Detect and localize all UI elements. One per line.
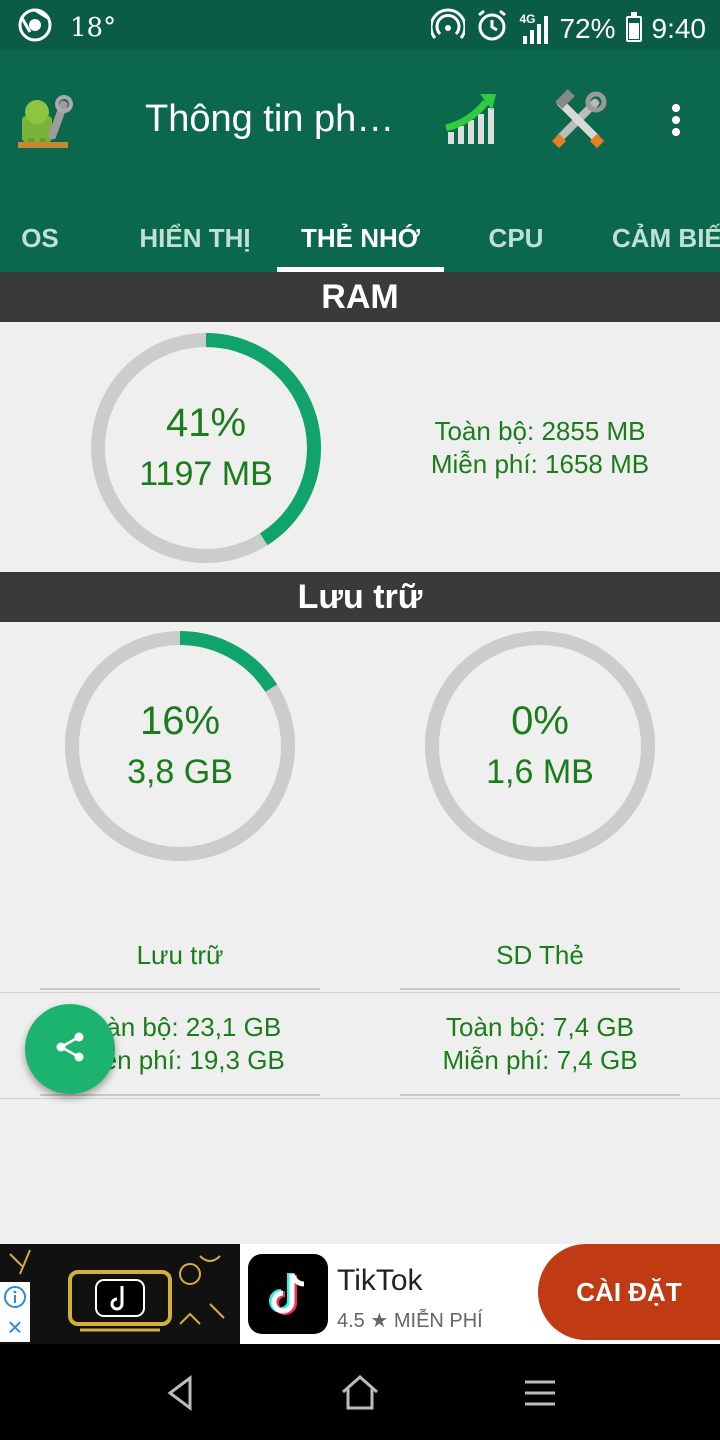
ad-banner[interactable]: × TikTok 4.5 ★ MIỄN PHÍ CÀI ĐẶT — [0, 1244, 720, 1344]
sd-card-total: Toàn bộ: 7,4 GB — [446, 1012, 634, 1042]
ad-close-icon[interactable]: × — [0, 1312, 30, 1342]
ram-total: Toàn bộ: 2855 MB — [434, 416, 646, 446]
storage-section-header: Lưu trữ — [0, 572, 720, 622]
battery-percent: 72% — [559, 12, 616, 44]
android-tools-icon — [16, 94, 76, 150]
ram-section-header: RAM — [0, 272, 720, 322]
page-title: Thông tin ph… — [145, 98, 395, 140]
alarm-icon — [475, 8, 509, 49]
ad-rating: 4.5 ★ MIỄN PHÍ — [337, 1310, 483, 1332]
divider — [400, 1094, 680, 1096]
divider — [400, 988, 680, 990]
storage-section: 16% 3,8 GB 0% 1,6 MB Lưu trữ SD Thẻ Toàn… — [0, 622, 720, 1242]
ram-free: Miễn phí: 1658 MB — [430, 449, 650, 479]
home-icon[interactable] — [335, 1368, 385, 1418]
hotspot-icon — [430, 8, 467, 49]
install-button[interactable]: CÀI ĐẶT — [538, 1244, 720, 1340]
sd-card-label: SD Thẻ — [496, 940, 584, 970]
ad-info-icon[interactable] — [0, 1282, 30, 1312]
share-button[interactable] — [25, 1004, 115, 1094]
signal-icon: 4G — [519, 12, 549, 46]
benchmark-chart-icon[interactable] — [440, 88, 504, 152]
tab-cpu[interactable]: CPU — [456, 204, 576, 272]
tab-bar: OS HIỂN THỊ THẺ NHỚ CPU CẢM BIẾN — [0, 204, 720, 272]
sd-card-ring: 0% 1,6 MB — [422, 628, 658, 864]
ram-percent: 41% — [165, 401, 247, 445]
divider — [0, 1098, 720, 1099]
tools-icon[interactable] — [546, 88, 610, 152]
app-bar: Thông tin ph… OS HIỂN THỊ THẺ NHỚ CPU CẢ… — [0, 50, 720, 272]
back-icon[interactable] — [156, 1368, 206, 1418]
tiktok-app-icon[interactable] — [248, 1254, 328, 1334]
ram-info: Toàn bộ: 2855 MB Miễn phí: 1658 MB — [420, 415, 660, 481]
ram-usage-ring: 41% 1197 MB — [88, 330, 324, 566]
status-bar: 18° 4G 72% 9:40 — [0, 0, 720, 50]
tab-memory[interactable]: THẺ NHỚ — [277, 204, 444, 272]
internal-storage-label: Lưu trữ — [136, 940, 224, 970]
divider — [40, 988, 320, 990]
more-options-icon[interactable] — [660, 100, 692, 140]
internal-storage-used: 3,8 GB — [127, 753, 233, 791]
tab-os[interactable]: OS — [0, 204, 80, 272]
chrome-icon — [18, 8, 52, 47]
share-icon — [52, 1029, 88, 1070]
ram-section: 41% 1197 MB Toàn bộ: 2855 MB Miễn phí: 1… — [0, 322, 720, 572]
divider — [0, 992, 720, 993]
ram-used: 1197 MB — [139, 455, 273, 493]
internal-storage-ring: 16% 3,8 GB — [62, 628, 298, 864]
sd-card-percent: 0% — [511, 699, 569, 743]
navigation-bar — [0, 1344, 720, 1440]
ad-image[interactable] — [0, 1244, 240, 1344]
clock: 9:40 — [651, 12, 707, 44]
ad-app-name[interactable]: TikTok — [337, 1264, 423, 1298]
internal-storage-percent: 16% — [139, 699, 221, 743]
sd-card-free: Miễn phí: 7,4 GB — [442, 1045, 638, 1075]
divider — [40, 1094, 320, 1096]
sd-card-info: Toàn bộ: 7,4 GB Miễn phí: 7,4 GB — [400, 1011, 680, 1077]
tab-sensors[interactable]: CẢM BIẾN — [590, 204, 720, 272]
temperature: 18° — [70, 12, 117, 43]
tab-display[interactable]: HIỂN THỊ — [110, 204, 280, 272]
menu-icon[interactable] — [515, 1368, 565, 1418]
battery-icon — [625, 11, 642, 42]
sd-card-used: 1,6 MB — [486, 753, 594, 791]
